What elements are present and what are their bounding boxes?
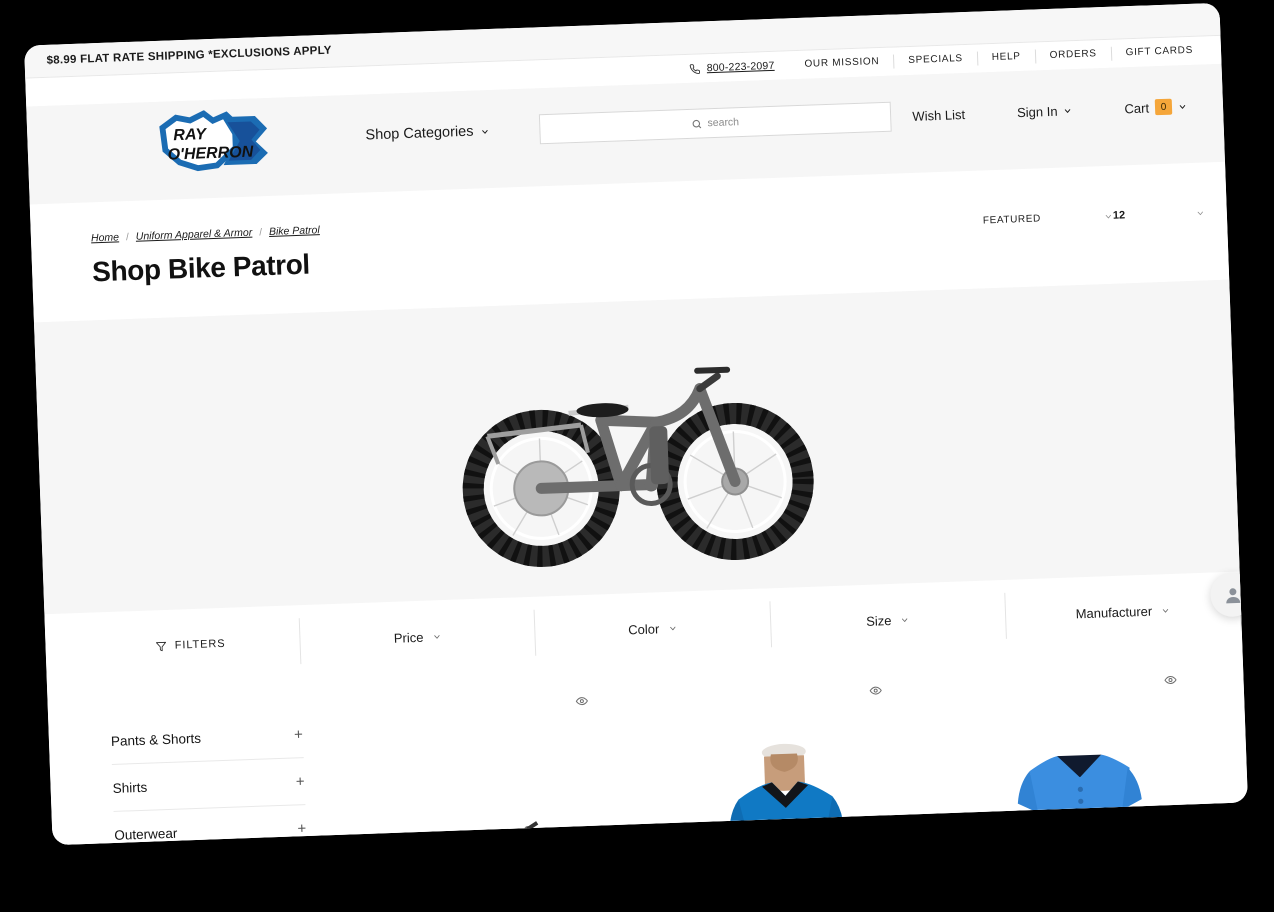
breadcrumb-separator: / [125,231,129,243]
cart-label: Cart [1124,99,1150,116]
product-card[interactable] [634,665,936,846]
filter-label-price: Price [393,629,424,646]
per-page-select[interactable]: 12 [1113,207,1205,222]
chevron-down-icon [902,617,908,622]
filter-dropdown-size[interactable]: Size [768,592,1006,648]
util-link-help[interactable]: HELP [976,49,1035,66]
hero-banner [33,279,1240,615]
chevron-down-icon [1197,211,1203,215]
filter-dropdown-manufacturer[interactable]: Manufacturer [1004,584,1242,639]
shop-categories-menu[interactable]: Shop Categories [365,123,490,143]
logo-graphic: RAY O'HERRON [159,110,268,172]
chevron-down-icon [1065,108,1071,113]
expand-icon[interactable]: + [296,773,305,790]
eye-icon[interactable] [574,695,588,707]
sort-order-value: FEATURED [982,212,1042,226]
user-icon [1225,587,1240,603]
filter-dropdown-color[interactable]: Color [533,601,771,656]
filter-label-color: Color [627,620,660,637]
chevron-down-icon [482,129,488,134]
sidebar-item-pants-shorts[interactable]: Pants & Shorts + [110,711,304,765]
product-grid [339,643,1248,846]
per-page-value: 12 [1112,209,1126,222]
search-input[interactable]: search [538,101,892,145]
sign-in-menu[interactable]: Sign In [1017,103,1073,120]
funnel-icon [156,641,167,651]
search-placeholder: search [707,116,740,130]
breadcrumb: Home / Uniform Apparel & Armor / Bike Pa… [91,224,320,244]
chevron-down-icon [1179,104,1186,109]
util-link-gift-cards[interactable]: GIFT CARDS [1110,43,1208,61]
breadcrumb-item-home[interactable]: Home [91,231,119,244]
announcement-text: $8.99 FLAT RATE SHIPPING *EXCLUSIONS APP… [46,44,332,67]
sidebar-item-label: Pants & Shorts [110,730,202,749]
chevron-down-icon [1162,608,1169,613]
page-title: Shop Bike Patrol [91,248,311,288]
catalog-content: FILTERS Price Color Size Manufacturer Pa… [44,571,1248,846]
eye-icon[interactable] [869,684,883,696]
phone-icon [690,63,701,74]
browser-page: $8.99 FLAT RATE SHIPPING *EXCLUSIONS APP… [24,2,1248,846]
breadcrumb-separator: / [259,226,263,238]
svg-text:RAY: RAY [173,126,208,144]
sidebar-item-label: Shirts [112,779,148,796]
sidebar-item-outerwear[interactable]: Outerwear + [113,805,308,846]
wish-list-label: Wish List [912,106,966,124]
eye-icon[interactable] [1163,674,1177,686]
filter-label-manufacturer: Manufacturer [1075,603,1153,621]
filters-button[interactable]: FILTERS [81,635,299,655]
product-image [1013,754,1149,846]
util-link-our-mission[interactable]: OUR MISSION [790,55,893,73]
sort-order-select[interactable]: FEATURED [983,210,1113,226]
wish-list-link[interactable]: Wish List [912,107,965,124]
site-logo[interactable]: RAY O'HERRON [141,108,271,175]
chevron-down-icon [434,634,440,639]
expand-icon[interactable]: + [294,726,303,743]
filter-label-size: Size [865,612,892,629]
sort-controls: FEATURED 12 [983,207,1205,227]
cart-menu[interactable]: Cart 0 [1124,98,1187,116]
sign-in-label: Sign In [1016,103,1058,120]
cart-count-badge: 0 [1154,98,1173,116]
filters-label: FILTERS [174,637,226,652]
util-link-orders[interactable]: ORDERS [1034,46,1111,64]
svg-text:O'HERRON: O'HERRON [167,144,254,164]
chevron-down-icon [1105,214,1111,218]
sidebar-item-label: Outerwear [114,825,178,843]
search-icon [692,119,702,128]
product-card[interactable] [928,654,1230,846]
product-card[interactable] [339,675,641,846]
phone-number[interactable]: 800-223-2097 [707,60,775,74]
breadcrumb-item-uniform-apparel-armor[interactable]: Uniform Apparel & Armor [136,227,253,243]
filter-dropdown-price[interactable]: Price [298,609,536,665]
expand-icon[interactable]: + [297,820,306,837]
chevron-down-icon [670,626,676,630]
product-image [729,743,845,846]
category-sidebar: Pants & Shorts + Shirts + Outerwear + [47,676,347,846]
phone-link[interactable]: 800-223-2097 [674,59,791,75]
shop-categories-label: Shop Categories [365,123,474,144]
product-image [456,821,585,846]
util-link-specials[interactable]: SPECIALS [893,51,978,69]
sidebar-item-shirts[interactable]: Shirts + [111,758,306,812]
breadcrumb-item-bike-patrol[interactable]: Bike Patrol [269,224,320,238]
hero-bike-image [462,366,814,567]
